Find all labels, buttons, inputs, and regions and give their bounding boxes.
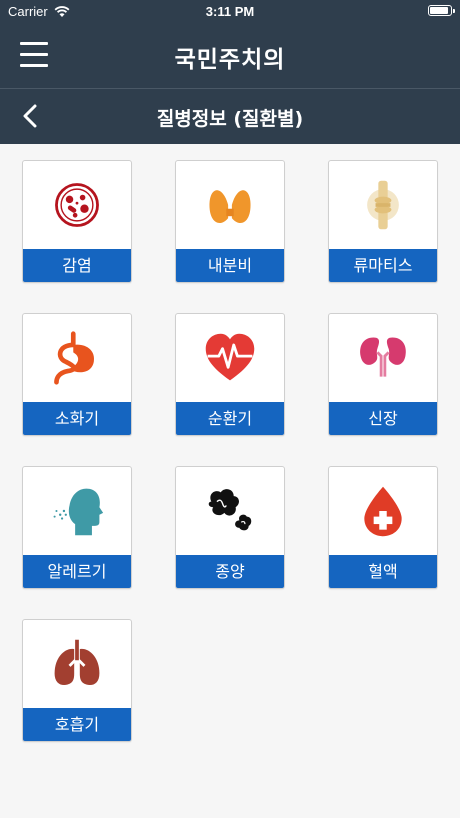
category-allergy[interactable]: 알레르기	[22, 466, 132, 589]
category-label: 종양	[176, 555, 284, 588]
sneeze-icon	[53, 488, 104, 536]
thyroid-icon	[209, 190, 251, 223]
status-time: 3:11 PM	[205, 4, 255, 19]
blood-drop-icon	[364, 486, 402, 537]
category-blood[interactable]: 혈액	[328, 466, 438, 589]
category-kidney[interactable]: 신장	[328, 313, 438, 436]
category-label: 감염	[23, 249, 131, 282]
stomach-icon	[54, 331, 95, 385]
lungs-icon	[54, 639, 100, 685]
page-title: 질병정보 (질환별)	[156, 108, 304, 130]
app-header: 국민주치의	[0, 24, 460, 88]
sub-header: 질병정보 (질환별)	[0, 89, 460, 144]
category-label: 소화기	[23, 402, 131, 435]
joint-icon	[367, 180, 399, 230]
battery-icon	[428, 5, 455, 16]
category-rheumatology[interactable]: 류마티스	[328, 160, 438, 283]
category-label: 류마티스	[329, 249, 437, 282]
category-label: 호흡기	[23, 708, 131, 741]
category-circulatory[interactable]: 순환기	[175, 313, 285, 436]
category-label: 신장	[329, 402, 437, 435]
kidney-icon	[360, 337, 406, 377]
category-label: 내분비	[176, 249, 284, 282]
category-label: 혈액	[329, 555, 437, 588]
app-title: 국민주치의	[174, 47, 286, 73]
category-respiratory[interactable]: 호흡기	[22, 619, 132, 742]
status-bar: Carrier 3:11 PM	[0, 0, 460, 24]
category-digestive[interactable]: 소화기	[22, 313, 132, 436]
category-tumor[interactable]: 종양	[175, 466, 285, 589]
tumor-icon	[208, 489, 252, 531]
category-infection[interactable]: 감염	[22, 160, 132, 283]
category-label: 알레르기	[23, 555, 131, 588]
heart-icon	[205, 333, 255, 381]
category-endocrine[interactable]: 내분비	[175, 160, 285, 283]
bacteria-icon	[55, 183, 99, 227]
category-label: 순환기	[176, 402, 284, 435]
